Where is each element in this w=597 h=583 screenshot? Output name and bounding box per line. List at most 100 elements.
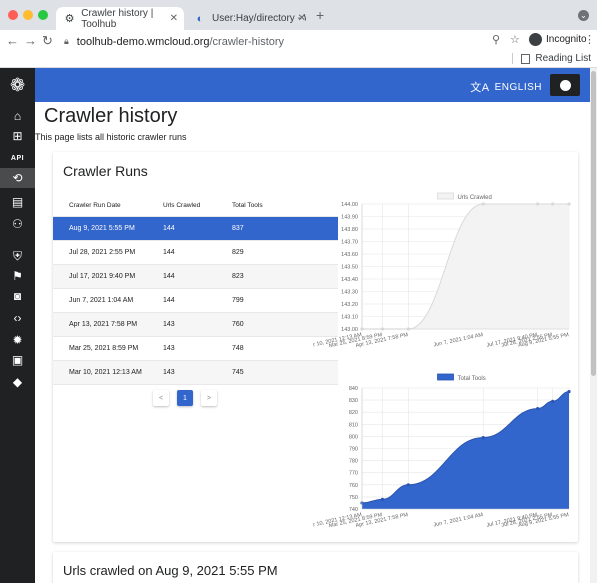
- data-point[interactable]: [481, 436, 485, 440]
- data-point[interactable]: [567, 202, 571, 206]
- toolhub-favicon-icon: ⚙: [64, 13, 75, 25]
- y-tick-label: 790: [349, 447, 358, 453]
- pagination: < 1 >: [153, 390, 225, 406]
- urls-crawled-cell: 144: [163, 297, 175, 304]
- data-point[interactable]: [380, 497, 385, 501]
- data-point[interactable]: [536, 202, 540, 206]
- minimize-window-button[interactable]: [23, 10, 33, 20]
- urls-crawled-cell: 144: [163, 273, 175, 280]
- table-row[interactable]: Jul 17, 2021 9:40 PM 144 823: [53, 265, 338, 289]
- column-header-urls[interactable]: Urls Crawled: [159, 202, 232, 209]
- incognito-label: Incognito: [546, 34, 587, 45]
- column-header-date[interactable]: Crawler Run Date: [53, 202, 159, 209]
- reading-list-icon: [521, 53, 531, 64]
- crawler-runs-table: Crawler Run Date Urls Crawled Total Tool…: [53, 195, 338, 385]
- data-point[interactable]: [551, 399, 555, 403]
- close-window-button[interactable]: [8, 10, 18, 20]
- legend-label: Total Tools: [458, 376, 486, 382]
- total-tools-chart: Total Tools74075076077078079080081082083…: [313, 373, 571, 530]
- page-scrollbar[interactable]: [590, 68, 597, 583]
- url-host: toolhub-demo.wmcloud.org: [76, 35, 210, 48]
- crawler-runs-card: Crawler Runs Crawler Run Date Urls Crawl…: [53, 152, 578, 542]
- table-row[interactable]: Mar 10, 2021 12:13 AM 143 745: [53, 361, 338, 385]
- reading-list-label: Reading List: [535, 53, 591, 64]
- back-icon[interactable]: ←: [6, 33, 19, 48]
- main-content: Crawler history This page lists all hist…: [35, 102, 590, 583]
- incognito-indicator[interactable]: Incognito: [529, 33, 587, 46]
- data-point[interactable]: [551, 202, 555, 206]
- diff-icon[interactable]: ◆: [0, 372, 35, 392]
- maximize-window-button[interactable]: [38, 10, 48, 20]
- y-tick-label: 143.10: [341, 315, 358, 321]
- reading-list-button[interactable]: Reading List: [512, 53, 591, 64]
- home-icon[interactable]: ⌂: [0, 106, 35, 126]
- crawler-runs-title: Crawler Runs: [63, 163, 148, 179]
- x-tick-label: Jun 7, 2021 1:04 AM: [433, 512, 484, 528]
- next-page-button[interactable]: >: [201, 390, 217, 406]
- tab-search-icon[interactable]: ⌄: [578, 10, 589, 21]
- table-row[interactable]: Aug 9, 2021 5:55 PM 144 837: [53, 217, 338, 241]
- legend-swatch[interactable]: [437, 192, 454, 200]
- audit-icon[interactable]: ◙: [0, 286, 35, 306]
- bookmarks-divider: [512, 53, 514, 64]
- code-icon[interactable]: ‹›: [0, 308, 35, 328]
- y-tick-label: 143.90: [341, 215, 358, 221]
- history-icon[interactable]: ⟲: [0, 168, 35, 188]
- run-date-cell: Jun 7, 2021 1:04 AM: [69, 297, 134, 304]
- new-tab-button[interactable]: +: [316, 7, 324, 23]
- members-icon[interactable]: ⚇: [0, 214, 35, 234]
- data-point[interactable]: [481, 202, 485, 206]
- document-icon[interactable]: ▣: [0, 350, 35, 370]
- bookmark-star-icon[interactable]: ☆: [510, 33, 520, 46]
- language-label: ENGLISH: [494, 81, 542, 93]
- sidebar-item-label: API: [10, 154, 25, 162]
- add-tool-icon[interactable]: ⊞: [0, 126, 35, 146]
- language-selector[interactable]: 文A ENGLISH: [470, 79, 542, 95]
- page-1-button[interactable]: 1: [177, 390, 193, 406]
- user-account-icon: [559, 79, 571, 91]
- urls-crawled-cell: 143: [163, 369, 175, 376]
- reload-icon[interactable]: ↻: [42, 33, 53, 49]
- run-date-cell: Jul 17, 2021 9:40 PM: [69, 273, 136, 280]
- table-header: Crawler Run Date Urls Crawled Total Tool…: [53, 195, 338, 217]
- flag-icon[interactable]: ⚑: [0, 266, 35, 286]
- close-tab-icon[interactable]: ✕: [298, 13, 306, 24]
- lock-icon: 🔒︎: [64, 36, 69, 46]
- data-point[interactable]: [406, 483, 410, 487]
- api-icon[interactable]: API: [0, 148, 35, 168]
- table-row[interactable]: Mar 25, 2021 8:59 PM 143 748: [53, 337, 338, 361]
- browser-menu-icon[interactable]: ⋮: [584, 33, 595, 46]
- close-tab-icon[interactable]: ✕: [170, 13, 178, 24]
- browser-tab-toolhub[interactable]: ⚙ Crawler history | Toolhub ✕: [56, 7, 184, 30]
- table-row[interactable]: Jul 28, 2021 2:55 PM 144 829: [53, 241, 338, 265]
- bug-icon[interactable]: ✹: [0, 330, 35, 350]
- tool-list-icon[interactable]: ▤: [0, 192, 35, 212]
- urls-crawled-cell: 144: [163, 225, 175, 232]
- run-date-cell: Jul 28, 2021 2:55 PM: [69, 249, 136, 256]
- shield-icon[interactable]: ⛨: [0, 246, 35, 266]
- toolhub-logo-icon[interactable]: ❁: [0, 68, 35, 102]
- y-tick-label: 780: [349, 459, 358, 465]
- run-date-cell: Mar 25, 2021 8:59 PM: [69, 345, 139, 352]
- zoom-icon[interactable]: ⚲: [492, 33, 500, 46]
- table-row[interactable]: Apr 13, 2021 7:58 PM 143 760: [53, 313, 338, 337]
- legend-swatch[interactable]: [437, 373, 454, 381]
- tab-title: User:Hay/directory - Wikitech: [212, 13, 306, 24]
- urls-crawled-title: Urls crawled on Aug 9, 2021 5:55 PM: [63, 563, 278, 578]
- run-date-cell: Apr 13, 2021 7:58 PM: [69, 321, 138, 328]
- page-title: Crawler history: [44, 105, 178, 127]
- y-tick-label: 800: [349, 434, 358, 440]
- data-point[interactable]: [536, 406, 540, 411]
- data-point[interactable]: [567, 390, 571, 394]
- browser-toolbar: ← → ↻ 🔒︎ toolhub-demo.wmcloud.org/crawle…: [0, 30, 597, 52]
- y-tick-label: 143.80: [341, 227, 358, 233]
- previous-page-button[interactable]: <: [153, 390, 169, 406]
- urls-crawled-cell: 143: [163, 321, 175, 328]
- table-row[interactable]: Jun 7, 2021 1:04 AM 144 799: [53, 289, 338, 313]
- y-tick-label: 143.40: [341, 277, 358, 283]
- forward-icon[interactable]: →: [24, 33, 37, 48]
- user-menu-button[interactable]: [550, 74, 580, 96]
- scrollbar-thumb[interactable]: [591, 71, 596, 376]
- browser-tab-wikitech[interactable]: ◐ User:Hay/directory - Wikitech ✕: [186, 7, 312, 30]
- address-bar[interactable]: 🔒︎ toolhub-demo.wmcloud.org/crawler-hist…: [64, 33, 504, 50]
